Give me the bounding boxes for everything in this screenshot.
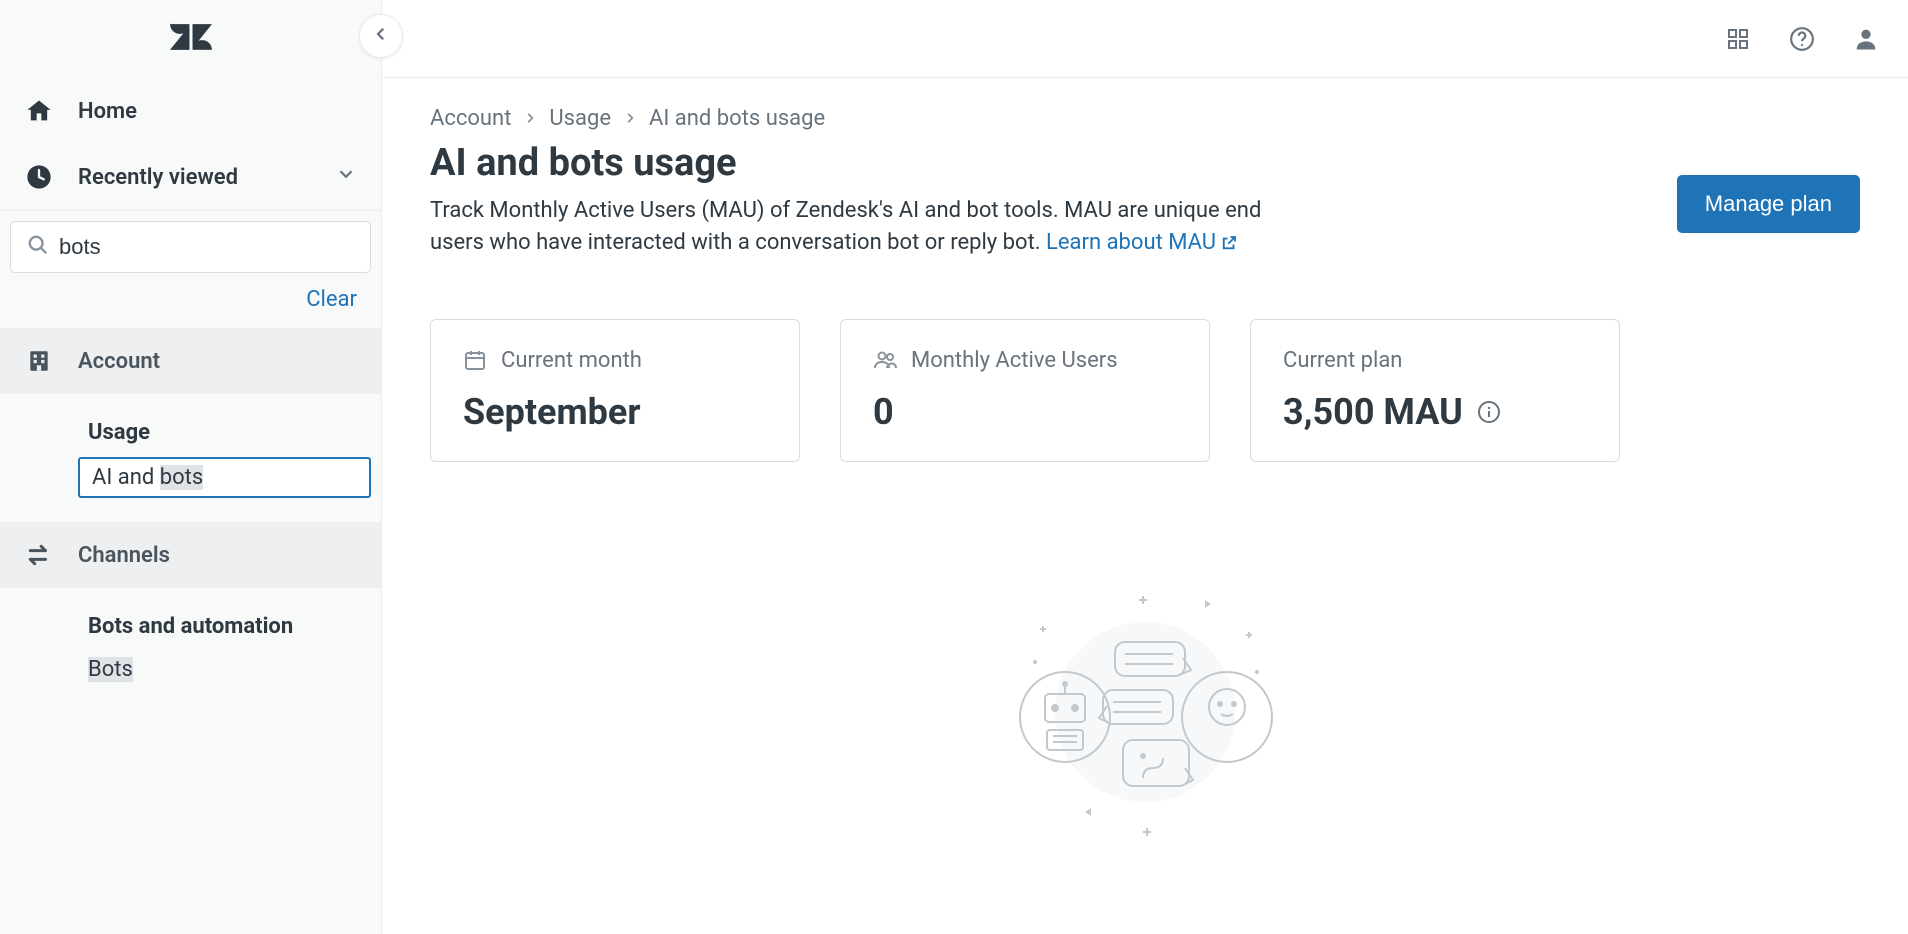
nav-recently-viewed[interactable]: Recently viewed (0, 144, 381, 211)
help-icon[interactable] (1788, 25, 1816, 53)
page-title: AI and bots usage (430, 141, 1310, 185)
sidebar: Home Recently viewed Clear (0, 0, 382, 934)
card-current-month-value: September (463, 391, 767, 433)
card-current-month-label: Current month (501, 348, 642, 373)
card-mau: Monthly Active Users 0 (840, 319, 1210, 462)
nav-home-label: Home (78, 99, 137, 124)
sidebar-account-label: Account (78, 349, 160, 374)
sidebar-section-channels[interactable]: Channels (0, 522, 381, 588)
bots-item-label: Bots (88, 657, 133, 682)
breadcrumb: Account Usage AI and bots usage (430, 106, 1860, 131)
users-icon (873, 348, 897, 372)
sidebar-search (0, 211, 381, 273)
learn-about-mau-link[interactable]: Learn about MAU (1046, 230, 1238, 255)
profile-icon[interactable] (1852, 25, 1880, 53)
info-icon[interactable] (1477, 400, 1501, 424)
arrows-icon (24, 540, 54, 570)
search-input[interactable] (59, 234, 354, 260)
clear-search-link[interactable]: Clear (306, 287, 357, 312)
main: Account Usage AI and bots usage AI and b… (382, 0, 1908, 934)
topbar (382, 0, 1908, 78)
card-mau-value: 0 (873, 391, 1177, 433)
breadcrumb-current: AI and bots usage (649, 106, 825, 131)
ai-bots-highlight: bots (160, 465, 203, 490)
card-current-plan: Current plan 3,500 MAU (1250, 319, 1620, 462)
calendar-icon (463, 348, 487, 372)
building-icon (24, 346, 54, 376)
search-icon (27, 234, 49, 260)
empty-state-illustration (430, 582, 1860, 842)
channels-subgroup: Bots and automation Bots (0, 588, 381, 712)
sidebar-section-account[interactable]: Account (0, 328, 381, 394)
card-plan-value: 3,500 MAU (1283, 391, 1463, 433)
bots-automation-title: Bots and automation (0, 608, 381, 649)
usage-title: Usage (0, 414, 381, 455)
clock-icon (24, 162, 54, 192)
nav-home[interactable]: Home (0, 78, 381, 144)
breadcrumb-account[interactable]: Account (430, 106, 511, 131)
nav-recent-label: Recently viewed (78, 165, 238, 190)
collapse-sidebar-button[interactable] (359, 14, 403, 58)
chevron-left-icon (372, 25, 390, 47)
chevron-right-icon (623, 106, 637, 131)
chevron-down-icon (335, 163, 357, 191)
account-subgroup: Usage AI and bots (0, 394, 381, 522)
stat-cards: Current month September Monthly Active U… (430, 319, 1860, 462)
breadcrumb-usage[interactable]: Usage (549, 106, 611, 131)
card-current-month: Current month September (430, 319, 800, 462)
sidebar-channels-label: Channels (78, 543, 170, 568)
sidebar-item-ai-and-bots[interactable]: AI and bots (78, 457, 371, 498)
chevron-right-icon (523, 106, 537, 131)
manage-plan-button[interactable]: Manage plan (1677, 175, 1860, 233)
page-description: Track Monthly Active Users (MAU) of Zend… (430, 195, 1310, 259)
card-mau-label: Monthly Active Users (911, 348, 1118, 373)
apps-grid-icon[interactable] (1724, 25, 1752, 53)
external-link-icon (1220, 234, 1238, 252)
ai-bots-prefix: AI and (92, 465, 160, 490)
sidebar-item-bots[interactable]: Bots (0, 649, 381, 690)
search-box[interactable] (10, 221, 371, 273)
card-plan-label: Current plan (1283, 348, 1402, 373)
zendesk-logo-icon (168, 21, 214, 53)
home-icon (24, 96, 54, 126)
logo (0, 0, 381, 78)
content: Account Usage AI and bots usage AI and b… (382, 78, 1908, 870)
